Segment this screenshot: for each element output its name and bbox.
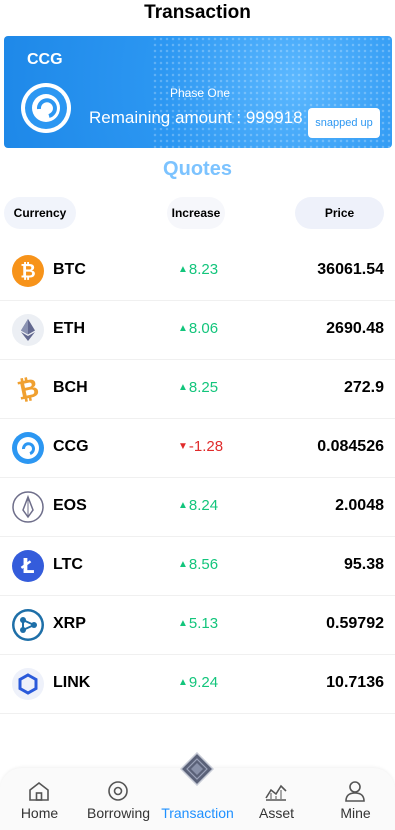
tab-home[interactable]: Home xyxy=(0,768,79,830)
up-arrow-icon: ▲ xyxy=(178,559,188,570)
coin-symbol: LTC xyxy=(53,556,83,573)
bitcoin-cash-icon: ₿ xyxy=(15,373,42,405)
coin-price: 10.7136 xyxy=(326,674,384,691)
column-header-increase[interactable]: Increase xyxy=(167,197,225,229)
coin-increase: ▼-1.28 xyxy=(178,438,224,455)
coin-increase: ▲8.06 xyxy=(178,320,219,337)
quotes-title: Quotes xyxy=(163,158,232,180)
coin-increase: ▲8.23 xyxy=(178,261,219,278)
quotes-list: ₿ BTC ▲8.23 36061.54 ETH ▲8.06 2690.48 ₿… xyxy=(0,242,395,714)
up-arrow-icon: ▲ xyxy=(178,618,188,629)
up-arrow-icon: ▲ xyxy=(178,323,188,334)
home-icon xyxy=(29,781,49,801)
quote-row-eos[interactable]: EOS ▲8.24 2.0048 xyxy=(0,478,395,537)
coin-increase: ▲5.13 xyxy=(178,615,219,632)
ccg-icon xyxy=(12,432,44,464)
coin-increase: ▲8.56 xyxy=(178,556,219,573)
coin-price: 36061.54 xyxy=(317,261,384,278)
tab-mine[interactable]: Mine xyxy=(316,768,395,830)
tab-label: Mine xyxy=(340,805,371,821)
coin-symbol: BCH xyxy=(53,379,88,396)
quote-row-xrp[interactable]: XRP ▲5.13 0.59792 xyxy=(0,596,395,655)
down-arrow-icon: ▼ xyxy=(178,441,188,452)
tab-label: Home xyxy=(20,805,59,821)
coin-symbol: EOS xyxy=(53,497,87,514)
coin-increase: ▲9.24 xyxy=(178,674,219,691)
eos-icon xyxy=(12,491,44,523)
coin-price: 2690.48 xyxy=(326,320,384,337)
up-arrow-icon: ▲ xyxy=(178,264,188,275)
quote-row-link[interactable]: LINK ▲9.24 10.7136 xyxy=(0,655,395,714)
tab-asset[interactable]: Asset xyxy=(237,768,316,830)
column-header-currency[interactable]: Currency xyxy=(4,197,76,229)
quote-row-ccg[interactable]: CCG ▼-1.28 0.084526 xyxy=(0,419,395,478)
tab-label: Transaction xyxy=(161,805,234,821)
coin-price: 95.38 xyxy=(343,556,384,573)
up-arrow-icon: ▲ xyxy=(178,500,188,511)
coin-price: 272.9 xyxy=(343,379,384,396)
banner-phase: Phase One xyxy=(170,86,231,100)
coin-symbol: LINK xyxy=(53,674,91,691)
banner-remaining-amount: Remaining amount : 999918 xyxy=(89,108,303,127)
coin-price: 0.084526 xyxy=(317,438,384,455)
coin-price: 2.0048 xyxy=(335,497,384,514)
banner-coin-code: CCG xyxy=(27,51,63,68)
coin-increase: ▲8.25 xyxy=(178,379,219,396)
user-icon xyxy=(345,781,365,802)
quote-row-eth[interactable]: ETH ▲8.06 2690.48 xyxy=(0,301,395,360)
tab-borrowing[interactable]: Borrowing xyxy=(79,768,158,830)
coin-symbol: BTC xyxy=(53,261,86,278)
tab-label: Borrowing xyxy=(86,805,151,821)
svg-text:Ł: Ł xyxy=(21,554,35,578)
coin-increase: ▲8.24 xyxy=(178,497,219,514)
svg-text:₿: ₿ xyxy=(20,261,35,283)
column-header-price[interactable]: Price xyxy=(295,197,384,229)
diamond-icon[interactable] xyxy=(180,752,214,786)
coin-price: 0.59792 xyxy=(326,615,384,632)
snapped-up-button[interactable]: snapped up xyxy=(308,108,380,138)
quote-row-btc[interactable]: ₿ BTC ▲8.23 36061.54 xyxy=(0,242,395,301)
ccg-banner[interactable]: CCG Phase One Remaining amount : 999918 … xyxy=(4,36,392,148)
coin-symbol: ETH xyxy=(53,320,85,337)
ccg-logo-icon xyxy=(21,83,71,133)
coin-symbol: CCG xyxy=(53,438,89,455)
bitcoin-icon: ₿ xyxy=(12,255,44,287)
chainlink-icon xyxy=(12,668,44,700)
quote-row-ltc[interactable]: Ł LTC ▲8.56 95.38 xyxy=(0,537,395,596)
up-arrow-icon: ▲ xyxy=(178,382,188,393)
coin-symbol: XRP xyxy=(53,615,86,632)
ripple-icon xyxy=(12,609,44,641)
quote-row-bch[interactable]: ₿ BCH ▲8.25 272.9 xyxy=(0,360,395,419)
litecoin-icon: Ł xyxy=(12,550,44,582)
target-icon xyxy=(108,781,128,801)
up-arrow-icon: ▲ xyxy=(178,677,188,688)
ethereum-icon xyxy=(12,314,44,346)
tab-label: Asset xyxy=(258,805,294,821)
svg-text:₿: ₿ xyxy=(15,373,42,405)
chart-icon xyxy=(265,784,287,801)
page-title: Transaction xyxy=(144,2,251,23)
